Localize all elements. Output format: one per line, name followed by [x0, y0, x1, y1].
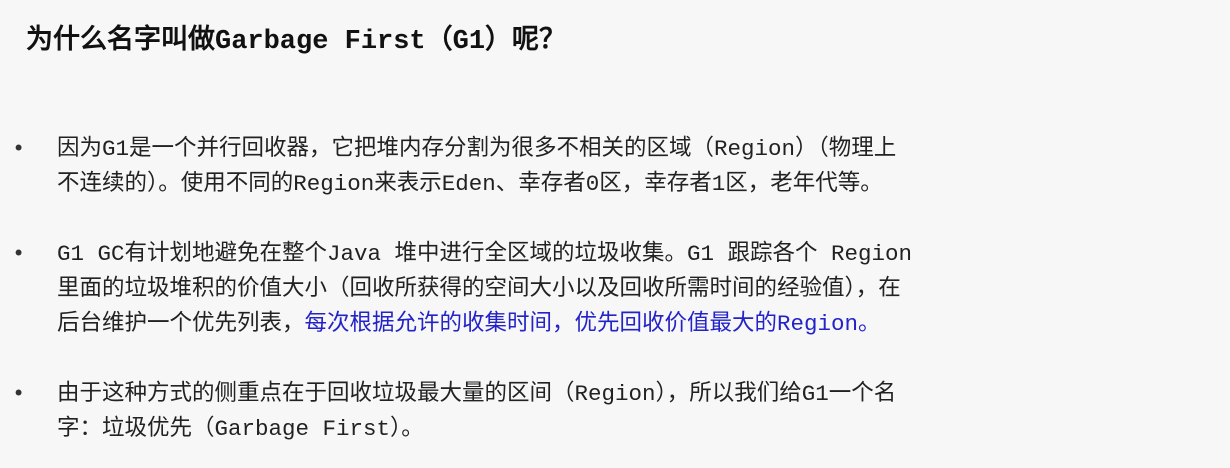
bullet-line: 里面的垃圾堆积的价值大小（回收所获得的空间大小以及回收所需时间的经验值），在: [57, 276, 901, 302]
slide-title: 为什么名字叫做Garbage First（G1）呢？: [26, 27, 567, 57]
bullet-dot-icon: •: [12, 382, 26, 407]
bullet-line: G1 GC有计划地避免在整个Java 堆中进行全区域的垃圾收集。G1 跟踪各个 …: [57, 241, 913, 267]
bullet-text: G1 GC有计划地避免在整个Java 堆中进行全区域的垃圾收集。G1 跟踪各个 …: [57, 237, 1192, 342]
bullet-line: 因为G1是一个并行回收器，它把堆内存分割为很多不相关的区域（Region）（物理…: [57, 136, 897, 162]
bullet-line: 不连续的）。使用不同的Region来表示Eden、幸存者0区，幸存者1区，老年代…: [57, 171, 883, 197]
highlighted-text: 每次根据允许的收集时间，优先回收价值最大的Region。: [304, 311, 881, 337]
bullet-line: 后台维护一个优先列表，每次根据允许的收集时间，优先回收价值最大的Region。: [57, 307, 1192, 342]
bullet-dot-icon: •: [12, 242, 26, 267]
bullet-line-prefix: 后台维护一个优先列表，: [57, 311, 305, 337]
bullet-dot-icon: •: [12, 137, 26, 162]
bullet-line: 字：垃圾优先（Garbage First）。: [57, 416, 424, 442]
bullet-line: 由于这种方式的侧重点在于回收垃圾最大量的区间（Region），所以我们给G1一个…: [57, 381, 897, 407]
bullet-text: 由于这种方式的侧重点在于回收垃圾最大量的区间（Region），所以我们给G1一个…: [57, 377, 1192, 447]
slide: 为什么名字叫做Garbage First（G1）呢？ • 因为G1是一个并行回收…: [0, 0, 1230, 468]
bullet-text: 因为G1是一个并行回收器，它把堆内存分割为很多不相关的区域（Region）（物理…: [57, 132, 1192, 202]
